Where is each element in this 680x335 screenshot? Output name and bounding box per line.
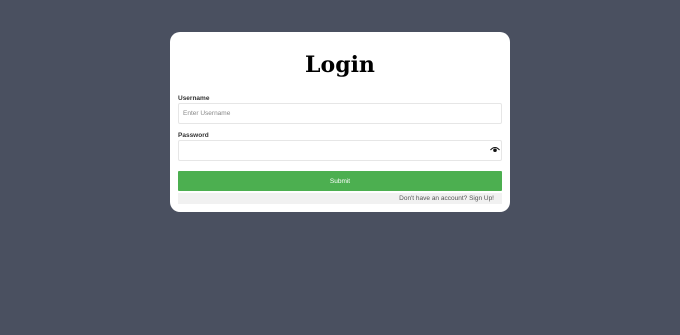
login-card: Login Username Password Submit Don't hav… [170,32,510,212]
signup-prompt: Don't have an account? Sign Up! [178,193,502,204]
login-title: Login [305,52,375,78]
eye-icon[interactable] [490,145,500,153]
signup-link[interactable]: Sign Up! [469,195,494,202]
password-label: Password [178,132,209,139]
signup-question: Don't have an account? [399,195,468,202]
username-input[interactable] [178,103,502,124]
password-input[interactable] [178,140,502,161]
username-label: Username [178,95,210,102]
submit-button[interactable]: Submit [178,171,502,191]
